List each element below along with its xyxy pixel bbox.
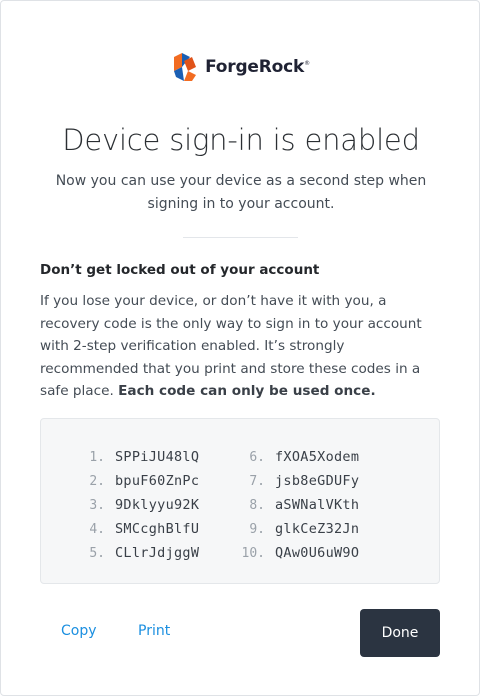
warning-heading: Don’t get locked out of your account xyxy=(40,262,320,278)
recovery-code: fXOA5Xodem xyxy=(275,449,360,465)
recovery-code: glkCeZ32Jn xyxy=(275,521,360,537)
recovery-code: CLlrJdjggW xyxy=(115,545,200,561)
recovery-code-number: 5. xyxy=(89,545,105,561)
recovery-code-row: 6. fXOA5Xodem xyxy=(241,445,359,469)
warning-body: If you lose your device, or don’t have i… xyxy=(40,290,445,403)
recovery-code-number: 7. xyxy=(249,473,265,489)
recovery-code-row: 3. 9Dklyyu92K xyxy=(81,493,199,517)
print-button[interactable]: Print xyxy=(138,623,170,639)
recovery-code: QAw0U6uW9O xyxy=(275,545,360,561)
recovery-code-row: 7. jsb8eGDUFy xyxy=(241,469,359,493)
brand-name: ForgeRock® xyxy=(205,57,310,77)
done-button[interactable]: Done xyxy=(360,609,440,657)
recovery-code-number: 6. xyxy=(249,449,265,465)
brand-logo: ForgeRock® xyxy=(1,53,480,81)
page-subtitle: Now you can use your device as a second … xyxy=(55,173,427,212)
recovery-code-row: 9. glkCeZ32Jn xyxy=(241,517,359,541)
page-title: Device sign-in is enabled xyxy=(62,123,420,157)
recovery-code-row: 8. aSWNalVKth xyxy=(241,493,359,517)
dialog-card: ForgeRock® Device sign-in is enabled Now… xyxy=(0,0,480,696)
recovery-code-number: 10. xyxy=(241,545,265,561)
recovery-code-row: 4. SMCcghBlfU xyxy=(81,517,199,541)
recovery-codes-column-left: 1. SPPiJU48lQ 2. bpuF60ZnPc 3. 9Dklyyu92… xyxy=(81,445,199,565)
warning-emphasis: Each code can only be used once. xyxy=(118,383,376,399)
recovery-code-row: 2. bpuF60ZnPc xyxy=(81,469,199,493)
recovery-codes-column-right: 6. fXOA5Xodem 7. jsb8eGDUFy 8. aSWNalVKt… xyxy=(241,445,359,565)
recovery-code: 9Dklyyu92K xyxy=(115,497,200,513)
recovery-code-row: 1. SPPiJU48lQ xyxy=(81,445,199,469)
recovery-code: jsb8eGDUFy xyxy=(275,473,360,489)
recovery-code-number: 2. xyxy=(89,473,105,489)
recovery-code: bpuF60ZnPc xyxy=(115,473,200,489)
recovery-code-number: 1. xyxy=(89,449,105,465)
divider xyxy=(183,237,298,238)
recovery-code-number: 3. xyxy=(89,497,105,513)
recovery-code: SMCcghBlfU xyxy=(115,521,200,537)
recovery-codes-box: 1. SPPiJU48lQ 2. bpuF60ZnPc 3. 9Dklyyu92… xyxy=(40,418,440,584)
forgerock-logo-icon xyxy=(174,53,197,81)
recovery-code-number: 9. xyxy=(249,521,265,537)
recovery-code: aSWNalVKth xyxy=(275,497,360,513)
copy-button[interactable]: Copy xyxy=(61,623,97,639)
recovery-code-number: 4. xyxy=(89,521,105,537)
recovery-code: SPPiJU48lQ xyxy=(115,449,200,465)
recovery-code-row: 10. QAw0U6uW9O xyxy=(241,541,359,565)
recovery-code-row: 5. CLlrJdjggW xyxy=(81,541,199,565)
recovery-code-number: 8. xyxy=(249,497,265,513)
